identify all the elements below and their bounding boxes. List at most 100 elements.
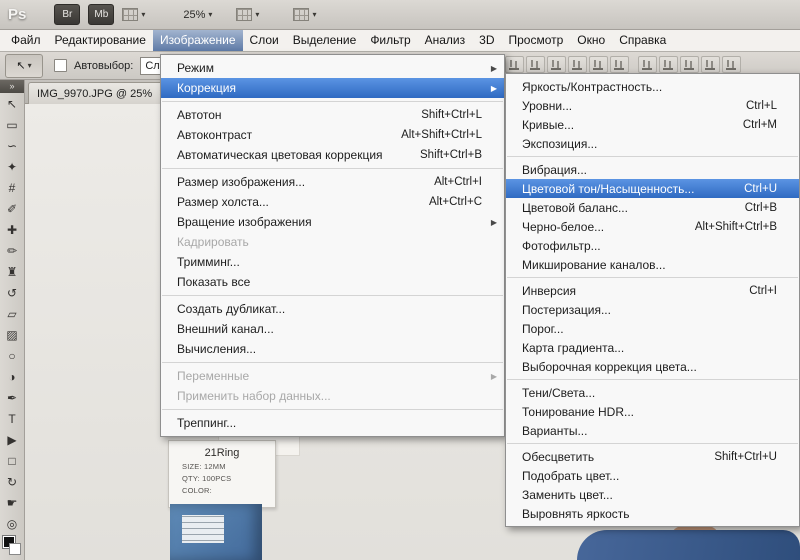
align-right-edges-icon[interactable]: [610, 56, 629, 73]
adjustments-item-shadows-highlights[interactable]: Тени/Света...: [506, 383, 799, 402]
align-horizontal-centers-icon[interactable]: [589, 56, 608, 73]
image-menu-item-adjustments[interactable]: Коррекция▶: [161, 78, 504, 98]
distribute-bottom-edges-icon[interactable]: [680, 56, 699, 73]
image-menu-item-trim[interactable]: Тримминг...: [161, 252, 504, 272]
tool-preset-picker[interactable]: ↖ ▾: [5, 54, 43, 78]
image-menu-item-duplicate[interactable]: Создать дубликат...: [161, 299, 504, 319]
adjustments-item-levels[interactable]: Уровни...Ctrl+L: [506, 96, 799, 115]
menubar-item-window[interactable]: Окно: [570, 30, 612, 51]
gradient-tool[interactable]: ▨: [0, 324, 24, 345]
adjustments-item-match-color[interactable]: Подобрать цвет...: [506, 466, 799, 485]
background-color-swatch[interactable]: [9, 543, 21, 555]
adjustments-item-variations[interactable]: Варианты...: [506, 421, 799, 440]
image-menu-item-trap[interactable]: Треппинг...: [161, 413, 504, 433]
autoselect-label: Автовыбор:: [74, 60, 133, 72]
image-menu-item-apply-image[interactable]: Внешний канал...: [161, 319, 504, 339]
hand-tool[interactable]: ☛: [0, 492, 24, 513]
arrange-documents-icon: [236, 8, 252, 21]
adjustments-item-gradient-map[interactable]: Карта градиента...: [506, 338, 799, 357]
brush-tool[interactable]: ✏: [0, 240, 24, 261]
align-bottom-edges-icon[interactable]: [547, 56, 566, 73]
adjustments-item-black-white[interactable]: Черно-белое...Alt+Shift+Ctrl+B: [506, 217, 799, 236]
align-top-edges-icon[interactable]: [505, 56, 524, 73]
image-menu-item-mode[interactable]: Режим▶: [161, 58, 504, 78]
screen-mode-icon: [293, 8, 309, 21]
menubar-item-image[interactable]: Изображение: [153, 30, 243, 51]
move-tool[interactable]: ↖: [0, 93, 24, 114]
clone-stamp-tool[interactable]: ♜: [0, 261, 24, 282]
collapse-panel-icon[interactable]: »: [0, 80, 24, 93]
color-swatches[interactable]: [0, 535, 24, 557]
menubar-item-help[interactable]: Справка: [612, 30, 673, 51]
image-menu-item-calculations[interactable]: Вычисления...: [161, 339, 504, 359]
document-tab[interactable]: IMG_9970.JPG @ 25% ×: [28, 82, 174, 104]
menubar-item-layers[interactable]: Слои: [243, 30, 286, 51]
zoom-level-control[interactable]: 25% ▾: [183, 9, 212, 21]
image-menu-item-canvas-size[interactable]: Размер холста...Alt+Ctrl+C: [161, 192, 504, 212]
menubar-item-filter[interactable]: Фильтр: [363, 30, 417, 51]
distribute-left-edges-icon[interactable]: [701, 56, 720, 73]
distribute-top-edges-icon[interactable]: [638, 56, 657, 73]
align-left-edges-icon[interactable]: [568, 56, 587, 73]
crop-tool[interactable]: #: [0, 177, 24, 198]
image-menu-item-auto-color[interactable]: Автоматическая цветовая коррекцияShift+C…: [161, 145, 504, 165]
menu-item-label: Размер изображения...: [177, 175, 305, 189]
blur-tool[interactable]: ○: [0, 345, 24, 366]
type-tool[interactable]: T: [0, 408, 24, 429]
tools-list: ↖▭∽✦#✐✚✏♜↺▱▨○◑✒T▶□↻☛◎: [0, 93, 24, 534]
image-menu-item-auto-contrast[interactable]: АвтоконтрастAlt+Shift+Ctrl+L: [161, 125, 504, 145]
adjustments-item-invert[interactable]: ИнверсияCtrl+I: [506, 281, 799, 300]
adjustments-item-posterize[interactable]: Постеризация...: [506, 300, 799, 319]
menubar-item-view[interactable]: Просмотр: [501, 30, 570, 51]
marquee-tool[interactable]: ▭: [0, 114, 24, 135]
autoselect-checkbox[interactable]: [54, 59, 67, 72]
adjustments-item-exposure[interactable]: Экспозиция...: [506, 134, 799, 153]
menubar-item-3d[interactable]: 3D: [472, 30, 501, 51]
adjustments-item-hdr-toning[interactable]: Тонирование HDR...: [506, 402, 799, 421]
image-menu-item-image-rotation[interactable]: Вращение изображения▶: [161, 212, 504, 232]
screen-mode-button[interactable]: ▾: [293, 8, 316, 21]
distribute-vertical-centers-icon[interactable]: [659, 56, 678, 73]
image-menu-item-auto-tone[interactable]: АвтотонShift+Ctrl+L: [161, 105, 504, 125]
zoom-tool[interactable]: ◎: [0, 513, 24, 534]
adjustments-item-threshold[interactable]: Порог...: [506, 319, 799, 338]
pen-tool[interactable]: ✒: [0, 387, 24, 408]
adjustments-item-channel-mixer[interactable]: Микширование каналов...: [506, 255, 799, 274]
arrange-documents-button[interactable]: ▾: [236, 8, 259, 21]
image-menu-item-image-size[interactable]: Размер изображения...Alt+Ctrl+I: [161, 172, 504, 192]
menubar-item-select[interactable]: Выделение: [286, 30, 364, 51]
adjustments-item-desaturate[interactable]: ОбесцветитьShift+Ctrl+U: [506, 447, 799, 466]
adjustments-item-hue-saturation[interactable]: Цветовой тон/Насыщенность...Ctrl+U: [506, 179, 799, 198]
distribute-right-edges-icon[interactable]: [722, 56, 741, 73]
adjustments-item-color-balance[interactable]: Цветовой баланс...Ctrl+B: [506, 198, 799, 217]
shape-tool[interactable]: □: [0, 450, 24, 471]
image-menu-item-reveal-all[interactable]: Показать все: [161, 272, 504, 292]
view-extras-button[interactable]: ▾: [122, 8, 145, 21]
eraser-tool[interactable]: ▱: [0, 303, 24, 324]
adjustments-item-photo-filter[interactable]: Фотофильтр...: [506, 236, 799, 255]
menubar-item-analysis[interactable]: Анализ: [418, 30, 473, 51]
menubar-item-edit[interactable]: Редактирование: [48, 30, 153, 51]
adjustments-item-selective-color[interactable]: Выборочная коррекция цвета...: [506, 357, 799, 376]
adjustments-item-equalize[interactable]: Выровнять яркость: [506, 504, 799, 523]
quick-selection-tool[interactable]: ✦: [0, 156, 24, 177]
document-tab-title: IMG_9970.JPG @ 25%: [37, 88, 152, 100]
menu-item-label: Карта градиента...: [522, 341, 624, 355]
lasso-tool[interactable]: ∽: [0, 135, 24, 156]
adjustments-item-vibrance[interactable]: Вибрация...: [506, 160, 799, 179]
mini-bridge-button[interactable]: Mb: [88, 4, 114, 25]
eyedropper-tool[interactable]: ✐: [0, 198, 24, 219]
path-selection-tool[interactable]: ▶: [0, 429, 24, 450]
healing-brush-tool[interactable]: ✚: [0, 219, 24, 240]
adjustments-item-curves[interactable]: Кривые...Ctrl+M: [506, 115, 799, 134]
history-brush-tool[interactable]: ↺: [0, 282, 24, 303]
rotate-3d-tool[interactable]: ↻: [0, 471, 24, 492]
image-menu-separator: [162, 295, 503, 296]
menubar-item-file[interactable]: Файл: [4, 30, 48, 51]
align-group: [505, 56, 629, 73]
adjustments-item-replace-color[interactable]: Заменить цвет...: [506, 485, 799, 504]
adjustments-item-brightness-contrast[interactable]: Яркость/Контрастность...: [506, 77, 799, 96]
align-vertical-centers-icon[interactable]: [526, 56, 545, 73]
bridge-button[interactable]: Br: [54, 4, 80, 25]
dodge-tool[interactable]: ◑: [0, 366, 24, 387]
